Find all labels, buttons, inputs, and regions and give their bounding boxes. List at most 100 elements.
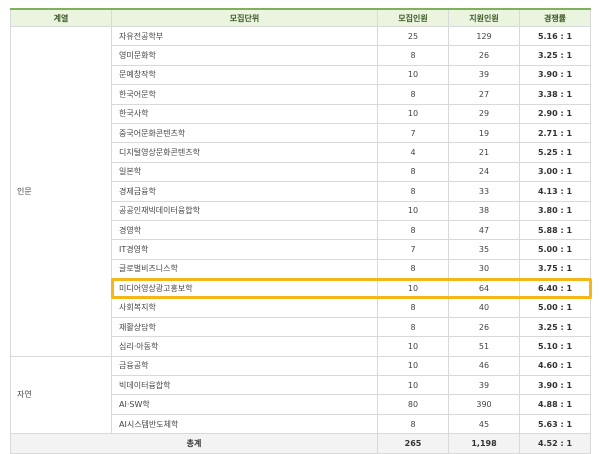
- applicants-cell: 390: [448, 394, 520, 415]
- recruit-cell: 8: [377, 219, 449, 241]
- rate-cell: 5.25 : 1: [519, 142, 591, 163]
- recruit-cell: 10: [377, 375, 449, 396]
- rate-cell: 3.90 : 1: [519, 375, 591, 396]
- table-row: 자연 금융공학 10 46 4.60 : 1: [10, 355, 591, 435]
- unit-cell: 재활상담학: [111, 316, 378, 338]
- rate-cell: 3.38 : 1: [519, 84, 591, 105]
- rate-cell: 6.40 : 1: [519, 278, 591, 299]
- applicants-cell: 47: [448, 219, 520, 241]
- total-applicants: 1,198: [448, 433, 520, 454]
- recruit-cell: 10: [377, 64, 449, 86]
- admissions-table: 계열 모집단위 모집인원 지원인원 경쟁률 인문 자유전공학부 25 129 5.16 …: [10, 8, 591, 454]
- unit-cell: 경제금융학: [111, 181, 378, 202]
- applicants-cell: 39: [448, 375, 520, 396]
- rate-cell: 5.16 : 1: [519, 25, 591, 47]
- rate-cell: 5.00 : 1: [519, 239, 591, 260]
- unit-cell: IT경영학: [111, 239, 378, 260]
- recruit-cell: 8: [377, 45, 449, 66]
- unit-cell: 디지털영상문화콘텐츠학: [111, 142, 378, 163]
- unit-cell: 사회복지학: [111, 297, 378, 318]
- unit-cell: 한국어문학: [111, 84, 378, 105]
- header-row: 계열 모집단위 모집인원 지원인원 경쟁률: [10, 8, 591, 27]
- table-row: 인문 자유전공학부 25 129 5.16 : 1: [10, 25, 591, 357]
- recruit-cell: 10: [377, 336, 449, 357]
- recruit-cell: 10: [377, 355, 449, 377]
- applicants-cell: 19: [448, 122, 520, 144]
- applicants-cell: 29: [448, 103, 520, 124]
- applicants-cell: 33: [448, 181, 520, 202]
- applicants-cell: 26: [448, 316, 520, 338]
- unit-cell: 심리·아동학: [111, 336, 378, 357]
- unit-cell: 일본학: [111, 161, 378, 183]
- applicants-cell: 51: [448, 336, 520, 357]
- table-body: 인문 자유전공학부 25 129 5.16 : 1 영미문화학 8 26 3.25 : 1 문예창…: [10, 25, 591, 435]
- applicants-cell: 46: [448, 355, 520, 377]
- unit-cell: 자유전공학부: [111, 25, 378, 47]
- rate-cell: 2.71 : 1: [519, 122, 591, 144]
- unit-cell: 글로벌비즈니스학: [111, 258, 378, 280]
- applicants-cell: 26: [448, 45, 520, 66]
- total-rate: 4.52 : 1: [519, 433, 591, 454]
- recruit-cell: 80: [377, 394, 449, 415]
- rate-cell: 4.13 : 1: [519, 181, 591, 202]
- recruit-cell: 7: [377, 122, 449, 144]
- total-row: 총계 265 1,198 4.52 : 1: [10, 433, 591, 454]
- header-unit: 모집단위: [111, 8, 378, 27]
- rate-cell: 3.00 : 1: [519, 161, 591, 183]
- recruit-cell: 10: [377, 278, 449, 299]
- admissions-table-container: 계열 모집단위 모집인원 지원인원 경쟁률 인문 자유전공학부 25 129 5.16 …: [10, 8, 591, 454]
- unit-cell: AI·SW학: [111, 394, 378, 415]
- applicants-cell: 39: [448, 64, 520, 86]
- rate-cell: 3.80 : 1: [519, 200, 591, 221]
- applicants-cell: 38: [448, 200, 520, 221]
- header-recruit: 모집인원: [377, 8, 449, 27]
- unit-cell: 금융공학: [111, 355, 378, 377]
- applicants-cell: 129: [448, 25, 520, 47]
- recruit-cell: 4: [377, 142, 449, 163]
- header-applicants: 지원인원: [448, 8, 520, 27]
- applicants-cell: 45: [448, 413, 520, 435]
- rate-cell: 4.88 : 1: [519, 394, 591, 415]
- recruit-cell: 10: [377, 200, 449, 221]
- rate-cell: 5.10 : 1: [519, 336, 591, 357]
- header-rate: 경쟁률: [519, 8, 591, 27]
- rate-cell: 3.75 : 1: [519, 258, 591, 280]
- recruit-cell: 8: [377, 316, 449, 338]
- unit-cell: 빅데이터융합학: [111, 375, 378, 396]
- applicants-cell: 35: [448, 239, 520, 260]
- rate-cell: 5.63 : 1: [519, 413, 591, 435]
- unit-cell: 영미문화학: [111, 45, 378, 66]
- unit-cell: 경영학: [111, 219, 378, 241]
- header-category: 계열: [10, 8, 112, 27]
- recruit-cell: 8: [377, 258, 449, 280]
- category-cell: 인문: [10, 26, 112, 357]
- recruit-cell: 8: [377, 84, 449, 105]
- unit-cell: 문예창작학: [111, 64, 378, 86]
- recruit-cell: 25: [377, 25, 449, 47]
- unit-cell: AI시스템반도체학: [111, 413, 378, 435]
- applicants-cell: 24: [448, 161, 520, 183]
- rate-cell: 5.88 : 1: [519, 219, 591, 241]
- applicants-cell: 40: [448, 297, 520, 318]
- applicants-cell: 21: [448, 142, 520, 163]
- unit-cell: 한국사학: [111, 103, 378, 124]
- rate-cell: 5.00 : 1: [519, 297, 591, 318]
- rate-cell: 3.25 : 1: [519, 316, 591, 338]
- applicants-cell: 27: [448, 84, 520, 105]
- unit-cell: 미디어영상광고홍보학: [111, 278, 378, 299]
- recruit-cell: 8: [377, 297, 449, 318]
- applicants-cell: 64: [448, 278, 520, 299]
- recruit-cell: 10: [377, 103, 449, 124]
- total-recruit: 265: [377, 433, 449, 454]
- recruit-cell: 7: [377, 239, 449, 260]
- total-label: 총계: [10, 433, 378, 454]
- rate-cell: 4.60 : 1: [519, 355, 591, 377]
- rate-cell: 3.25 : 1: [519, 45, 591, 66]
- unit-cell: 공공인재빅데이터융합학: [111, 200, 378, 221]
- recruit-cell: 8: [377, 181, 449, 202]
- rate-cell: 2.90 : 1: [519, 103, 591, 124]
- recruit-cell: 8: [377, 161, 449, 183]
- recruit-cell: 8: [377, 413, 449, 435]
- rate-cell: 3.90 : 1: [519, 64, 591, 86]
- unit-cell: 중국어문화콘텐츠학: [111, 122, 378, 144]
